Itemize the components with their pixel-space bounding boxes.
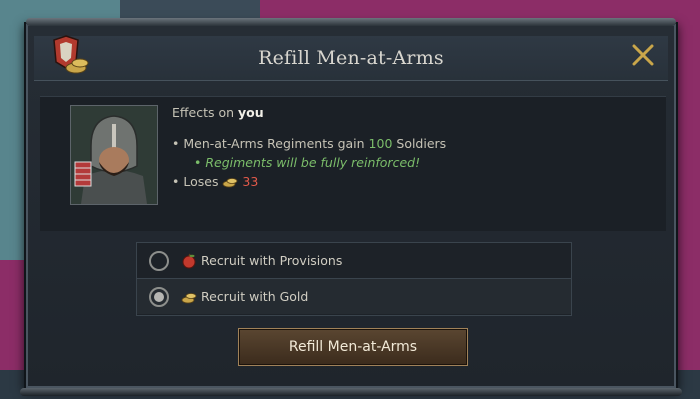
gold-coins-icon — [223, 178, 238, 188]
radio-provisions[interactable] — [149, 250, 169, 271]
refill-dialog: Refill Men-at-Arms Effects on you • Men-… — [20, 18, 682, 396]
effects-target[interactable]: you — [238, 105, 264, 120]
soldiers-value: 100 — [368, 136, 393, 151]
knight-portrait-icon — [71, 106, 157, 204]
gold-coins-icon — [181, 292, 197, 303]
gold-cost-value: 33 — [242, 174, 259, 189]
dialog-title: Refill Men-at-Arms — [258, 47, 444, 69]
option-label: Recruit with Provisions — [201, 253, 343, 268]
option-recruit-provisions[interactable]: Recruit with Provisions — [137, 243, 571, 279]
character-portrait[interactable] — [70, 105, 158, 205]
effect-line-loses: • Loses — [172, 174, 223, 189]
close-icon[interactable] — [630, 42, 656, 68]
effects-panel: Effects on you • Men-at-Arms Regiments g… — [40, 96, 666, 231]
option-label: Recruit with Gold — [201, 289, 309, 304]
recruit-options: Recruit with Provisions Recruit with Gol… — [136, 242, 572, 316]
effect-line-regiments-suffix: Soldiers — [392, 136, 447, 151]
provisions-apple-icon — [182, 253, 196, 268]
radio-gold[interactable] — [149, 286, 169, 307]
effects-heading: Effects on — [172, 105, 239, 120]
effect-line-reinforced: • Regiments will be fully reinforced! — [194, 155, 421, 170]
top-ornament — [26, 18, 676, 26]
effect-line-regiments: • Men-at-Arms Regiments gain — [172, 136, 369, 151]
option-recruit-gold[interactable]: Recruit with Gold — [137, 279, 571, 314]
refill-men-at-arms-button[interactable]: Refill Men-at-Arms — [238, 328, 468, 366]
bottom-ornament — [20, 388, 682, 396]
